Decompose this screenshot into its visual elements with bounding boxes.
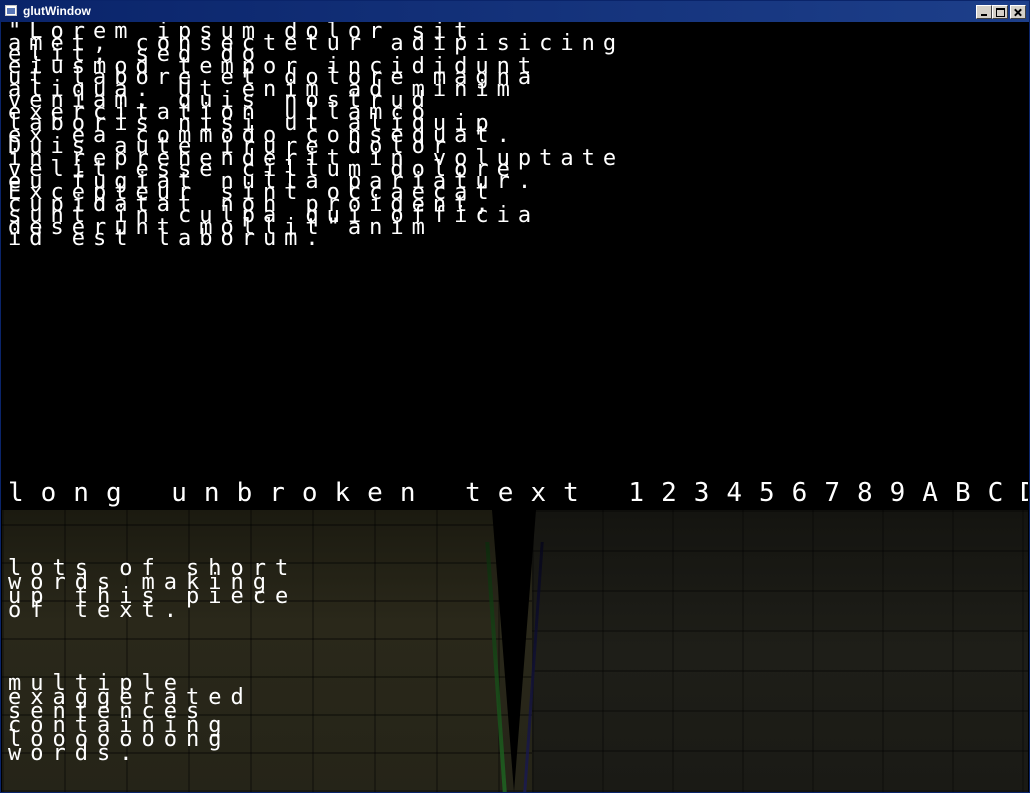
floor-crack bbox=[492, 510, 536, 792]
opengl-viewport[interactable]: "Lorem ipsum dolor sit amet, consectetur… bbox=[2, 22, 1028, 792]
long-unbroken-text: long unbroken text 123456789ABCD bbox=[8, 478, 1028, 508]
window-app-icon[interactable] bbox=[5, 5, 17, 16]
glut-window: glutWindow "Lorem ipsum dolor sit amet, … bbox=[0, 0, 1030, 793]
short-words-text: lots of short words making up this piece… bbox=[8, 556, 298, 623]
long-words-text: multiple exaggerated sentences containin… bbox=[8, 671, 253, 766]
stone-floor-right bbox=[532, 510, 1028, 792]
window-title: glutWindow bbox=[23, 4, 91, 18]
minimize-button[interactable] bbox=[976, 5, 992, 19]
title-bar[interactable]: glutWindow bbox=[1, 1, 1029, 22]
lorem-ipsum-text: "Lorem ipsum dolor sit amet, consectetur… bbox=[8, 22, 625, 251]
close-button[interactable] bbox=[1010, 5, 1026, 19]
maximize-button[interactable] bbox=[992, 5, 1008, 19]
